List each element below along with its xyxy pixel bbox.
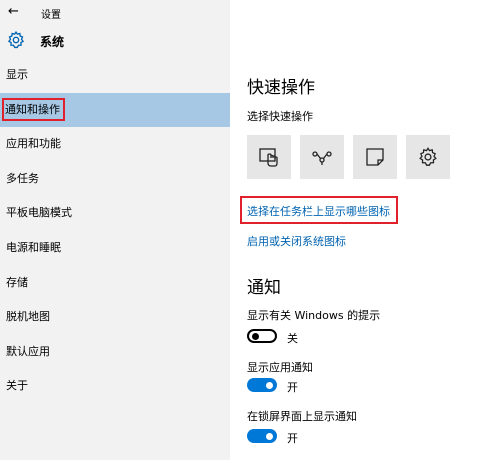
- quick-action-settings[interactable]: [406, 135, 450, 179]
- sidebar-item-power[interactable]: 电源和睡眠: [0, 231, 230, 266]
- sidebar-item-apps[interactable]: 应用和功能: [0, 127, 230, 162]
- sidebar-nav: 显示 通知和操作 应用和功能 多任务 平板电脑模式 电源和睡眠 存储 脱机地图 …: [0, 58, 230, 404]
- lockscreen-notifications-label: 在锁屏界面上显示通知: [247, 410, 357, 423]
- note-icon: [366, 148, 384, 166]
- taskbar-icons-link[interactable]: 选择在任务栏上显示哪些图标: [247, 203, 390, 219]
- main-content: 快速操作 选择快速操作 选择在任务栏上显示哪些图标 启用或关闭系统图标 通知 显…: [230, 0, 499, 460]
- toggle-knob: [252, 332, 259, 340]
- sidebar-item-label: 默认应用: [6, 344, 50, 358]
- gear-icon: [7, 30, 25, 49]
- sidebar-item-default-apps[interactable]: 默认应用: [0, 335, 230, 370]
- page-header: 系统: [0, 28, 230, 56]
- connect-icon: [312, 151, 332, 165]
- windows-tips-state: 关: [287, 332, 298, 345]
- app-notifications-state: 开: [287, 381, 298, 394]
- app-notifications-label: 显示应用通知: [247, 361, 313, 374]
- sidebar-item-multitasking[interactable]: 多任务: [0, 162, 230, 197]
- sidebar-item-storage[interactable]: 存储: [0, 266, 230, 301]
- lockscreen-notifications-toggle[interactable]: [247, 429, 277, 443]
- sidebar-item-label: 平板电脑模式: [6, 206, 72, 220]
- lockscreen-notifications-state: 开: [287, 432, 298, 445]
- title-bar: ← 设置: [0, 0, 230, 26]
- sidebar-item-label: 多任务: [6, 171, 39, 185]
- sidebar-item-label: 电源和睡眠: [6, 240, 61, 254]
- quick-action-tablet-mode[interactable]: [247, 135, 291, 179]
- tablet-mode-icon: [259, 148, 278, 167]
- sidebar: ← 设置 系统 显示 通知和操作 应用和功能 多任务 平板电脑模式 电源和睡眠: [0, 0, 230, 460]
- page-title: 系统: [40, 35, 65, 49]
- notifications-heading: 通知: [247, 278, 281, 298]
- windows-tips-label: 显示有关 Windows 的提示: [247, 309, 381, 322]
- sidebar-item-label: 显示: [6, 68, 28, 81]
- sidebar-item-label: 存储: [6, 275, 28, 289]
- settings-icon: [419, 147, 437, 166]
- sidebar-item-display[interactable]: 显示: [0, 58, 230, 93]
- sidebar-item-label: 通知和操作: [2, 97, 65, 121]
- windows-tips-toggle[interactable]: [247, 329, 277, 343]
- sidebar-item-offline-maps[interactable]: 脱机地图: [0, 300, 230, 335]
- quick-action-connect[interactable]: [300, 135, 344, 179]
- quick-action-note[interactable]: [353, 135, 397, 179]
- sidebar-item-notifications[interactable]: 通知和操作: [0, 92, 230, 128]
- sidebar-item-label: 脱机地图: [6, 310, 50, 324]
- sidebar-item-label: 应用和功能: [6, 137, 61, 151]
- window-title: 设置: [41, 10, 61, 21]
- toggle-knob: [266, 381, 273, 389]
- sidebar-item-tablet-mode[interactable]: 平板电脑模式: [0, 196, 230, 231]
- app-notifications-toggle[interactable]: [247, 378, 277, 392]
- toggle-knob: [266, 432, 273, 440]
- sidebar-item-label: 关于: [6, 379, 28, 393]
- quick-actions-heading: 快速操作: [247, 78, 315, 98]
- system-icons-link[interactable]: 启用或关闭系统图标: [247, 233, 346, 249]
- sidebar-item-about[interactable]: 关于: [0, 369, 230, 404]
- quick-actions-subheading: 选择快速操作: [247, 110, 313, 123]
- back-arrow-icon[interactable]: ←: [8, 4, 19, 19]
